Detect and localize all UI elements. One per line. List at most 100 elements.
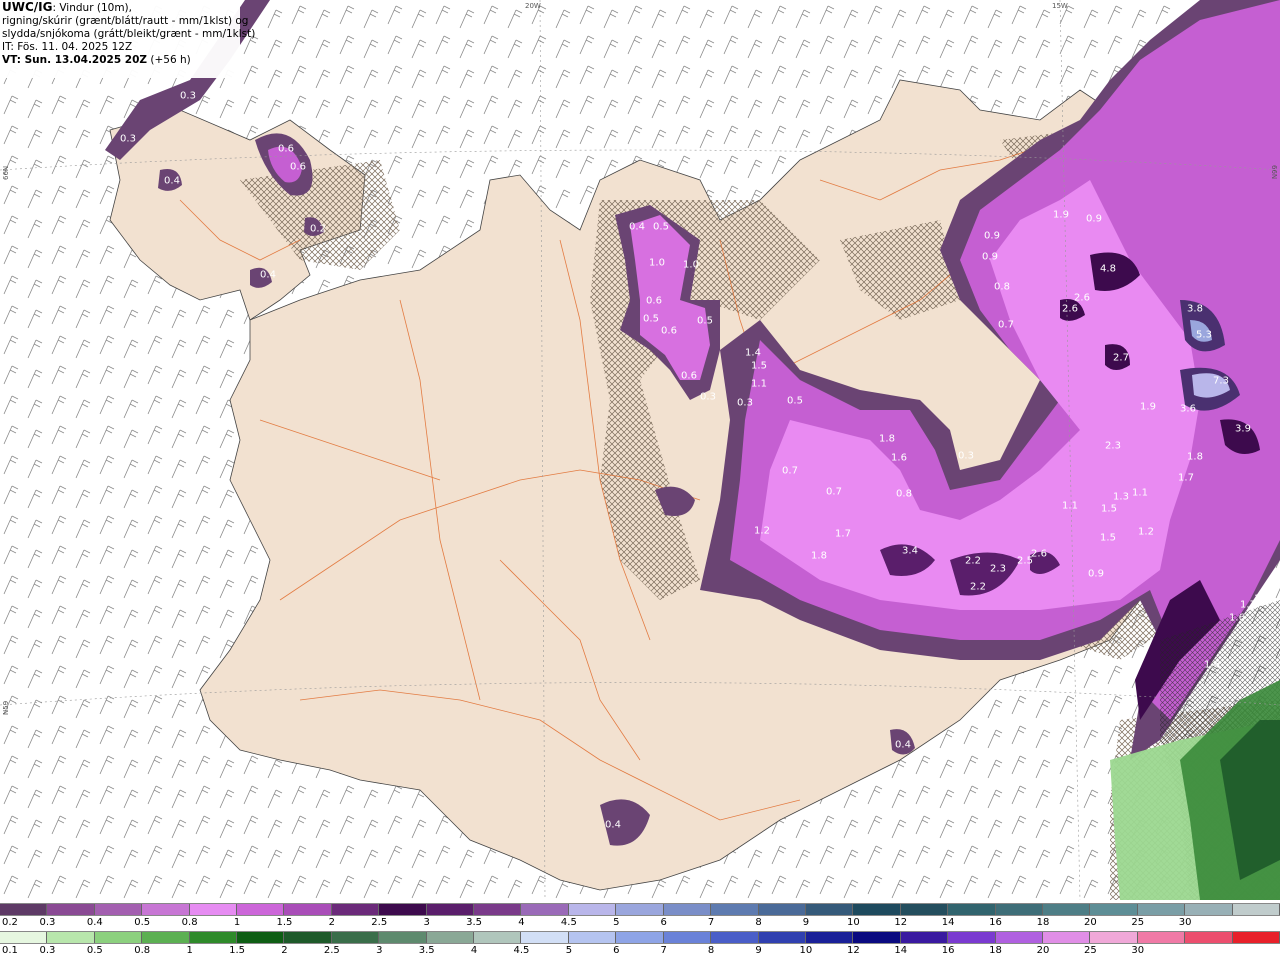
snow-value-label: 1.8 (1187, 452, 1203, 463)
snow-value-label: 2.2 (970, 582, 986, 593)
colorbar-swatch (331, 904, 380, 915)
colorbar-swatch (663, 904, 712, 915)
snow-value-label: 3.8 (1187, 304, 1203, 315)
snow-value-label: 0.5 (653, 222, 669, 233)
title-rest: : Vindur (10m), (52, 2, 132, 14)
lat-label-left-top: 66N (2, 166, 10, 180)
colorbar-swatch (379, 932, 427, 943)
snow-value-label: 1.8 (811, 551, 827, 562)
colorbar-tick-label: 10 (846, 917, 860, 928)
colorbar-tick-label: 2 (281, 945, 288, 956)
snow-value-label: 3.9 (1235, 424, 1251, 435)
lon-label-15w: 15W (1052, 2, 1068, 10)
colorbar-tick-label: 12 (894, 917, 908, 928)
snow-value-label: 1.1 (1062, 501, 1078, 512)
colorbar-tick-label: 12 (846, 945, 860, 956)
lat-label-right: 66N (1270, 165, 1278, 179)
snow-value-label: 1.2 (754, 526, 770, 537)
snow-value-label: 7.3 (1213, 376, 1229, 387)
snow-value-label: 2.6 (1074, 293, 1090, 304)
snow-value-label: 1.1 (751, 379, 767, 390)
snow-value-label: 1.0 (649, 258, 665, 269)
snow-value-label: 3.4 (902, 546, 918, 557)
colorbar-swatch (0, 932, 48, 943)
colorbar-swatch (663, 932, 712, 943)
snow-value-label: 0.4 (164, 176, 180, 187)
colorbar-swatch (1137, 904, 1186, 915)
snow-value-label: 2.6 (1062, 304, 1078, 315)
colorbar-tick-label: 0.2 (2, 917, 18, 928)
colorbar-swatch (189, 904, 238, 915)
snow-value-label: 0.9 (982, 252, 998, 263)
snow-value-label: 0.8 (994, 282, 1010, 293)
colorbar-swatch (1185, 932, 1233, 943)
colorbar-swatch (1090, 904, 1138, 915)
snow-value-label: 0.5 (787, 396, 803, 407)
snow-value-label: 1.5 (1101, 504, 1117, 515)
legend-line-rain: rigning/skúrir (grænt/blátt/rautt - mm/1… (2, 15, 249, 27)
snow-value-label: 0.4 (629, 222, 645, 233)
snow-value-label: 2.2 (965, 556, 981, 567)
snow-value-label: 0.7 (826, 487, 842, 498)
colorbar-swatch (616, 932, 664, 943)
colorbar-swatch (758, 904, 806, 915)
snow-value-label: 0.3 (700, 392, 716, 403)
lon-label-20w: 20W (525, 2, 541, 10)
colorbar-swatch (331, 932, 380, 943)
colorbar-swatch (521, 904, 569, 915)
colorbar-swatch (474, 932, 522, 943)
snow-value-label: 5.3 (1196, 330, 1212, 341)
colorbar-swatch (711, 904, 759, 915)
snow-value-label: 0.2 (310, 224, 326, 235)
snow-value-label: 2.3 (990, 564, 1006, 575)
colorbar-tick-label: 1.5 (276, 917, 293, 928)
snow-value-label: 0.6 (646, 296, 662, 307)
colorbar-tick-label: 9 (755, 945, 762, 956)
snow-value-label: 0.6 (290, 162, 306, 173)
colorbar-tick-label: 20 (1083, 917, 1097, 928)
colorbar-swatch (94, 904, 143, 915)
snow-colorbar-ticks: 0.2 0.3 0.4 0.5 0.8 1 1.5 2 2.5 3 3.5 4 4.5 5 6 7 8 9 10 12… (0, 917, 1280, 930)
colorbar-tick-label: 0.8 (134, 945, 151, 956)
colorbar-tick-label: 8 (707, 945, 715, 956)
snow-value-label: 0.9 (984, 231, 1000, 242)
colorbar-swatch (474, 904, 522, 915)
colorbar-tick-label: 4.5 (513, 945, 530, 956)
snow-value-label: 0.6 (661, 326, 677, 337)
rain-colorbar (0, 931, 1280, 944)
snow-value-label: 1.3 (1113, 492, 1129, 503)
colorbar-tick-label: 25 (1083, 945, 1097, 956)
colorbar-tick-label: 0.8 (181, 917, 198, 928)
colorbar-swatch (426, 904, 475, 915)
colorbar-tick-label: 0.5 (134, 917, 151, 928)
snow-value-label: 1.8 (879, 434, 895, 445)
colorbar-swatch (853, 932, 901, 943)
snow-value-label: 3.6 (1180, 404, 1196, 415)
colorbar-swatch (94, 932, 143, 943)
snow-value-label: 0.4 (260, 270, 276, 281)
snow-value-label: 0.4 (605, 820, 621, 831)
colorbar-tick-label: 16 (941, 945, 955, 956)
snow-value-label: 1.6 (1229, 613, 1245, 624)
snow-value-label: 1.5 (751, 361, 767, 372)
colorbar-swatch (1185, 904, 1233, 915)
colorbar-swatch (237, 904, 285, 915)
valid-time: VT: Sun. 13.04.2025 20Z (2, 54, 148, 66)
snow-value-label: 1.7 (835, 529, 851, 540)
colorbar-tick-label: 9 (802, 917, 810, 928)
colorbar-swatch (426, 932, 475, 943)
colorbar-tick-label: 0.3 (39, 945, 56, 956)
colorbar-swatch (568, 904, 617, 915)
colorbar-swatch (1232, 904, 1280, 915)
forecast-map[interactable]: 20W 15W 66N N59 66N 0.3 0.3 0.4 0.6 0.6 0.2 0.… (0, 0, 1280, 900)
colorbar-swatch (948, 904, 996, 915)
colorbar-tick-label: 10 (799, 945, 813, 956)
colorbar-swatch (284, 904, 332, 915)
snow-value-label: 1.6 (1204, 660, 1220, 671)
snow-value-label: 0.7 (998, 320, 1014, 331)
colorbar-tick-label: 8 (755, 917, 762, 928)
colorbar-tick-label: 20 (1036, 945, 1050, 956)
colorbar-tick-label: 7 (707, 917, 715, 928)
colorbar-swatch (853, 904, 901, 915)
colorbar-tick-label: 3 (423, 917, 430, 928)
